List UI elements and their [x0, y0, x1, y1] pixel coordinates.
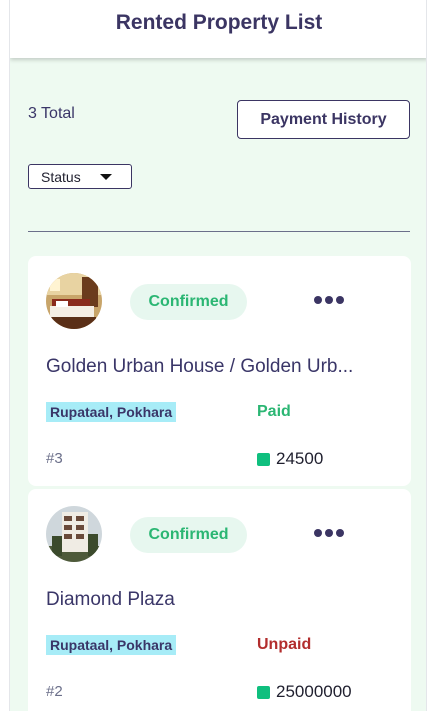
more-options-icon[interactable]	[314, 527, 344, 539]
rent-amount-value: 24500	[276, 449, 324, 468]
amount-indicator-icon	[257, 685, 270, 699]
caret-down-icon	[100, 174, 112, 180]
rent-amount-value: 25000000	[276, 682, 352, 701]
page-title: Rented Property List	[115, 11, 323, 34]
location-tag: Rupataal, Pokhara	[46, 635, 177, 655]
divider	[28, 231, 410, 232]
property-id: #2	[46, 683, 63, 700]
status-badge: Confirmed	[130, 517, 247, 553]
status-filter-select[interactable]: Status	[28, 164, 132, 189]
payment-history-button[interactable]: Payment History	[237, 100, 410, 139]
more-options-icon[interactable]	[314, 294, 344, 306]
property-thumbnail	[46, 273, 102, 329]
rent-amount: 24500	[257, 449, 323, 469]
amount-indicator-icon	[257, 452, 270, 466]
property-name[interactable]: Golden Urban House / Golden Urb...	[46, 356, 396, 378]
property-thumbnail	[46, 506, 102, 562]
total-count: 3 Total	[28, 105, 75, 122]
property-id: #3	[46, 450, 63, 467]
payment-status: Paid	[257, 403, 291, 420]
page-header: Rented Property List	[10, 0, 426, 58]
property-name[interactable]: Diamond Plaza	[46, 589, 396, 611]
property-card[interactable]: Confirmed Diamond Plaza Rupataal, Pokhar…	[28, 489, 411, 711]
status-filter-label: Status	[41, 168, 81, 185]
status-badge: Confirmed	[130, 284, 247, 320]
location-tag: Rupataal, Pokhara	[46, 402, 177, 422]
app-screen: Rented Property List 3 Total Payment His…	[9, 0, 427, 711]
rent-amount: 25000000	[257, 682, 352, 702]
property-card[interactable]: Confirmed Golden Urban House / Golden Ur…	[28, 256, 411, 486]
payment-status: Unpaid	[257, 636, 312, 653]
